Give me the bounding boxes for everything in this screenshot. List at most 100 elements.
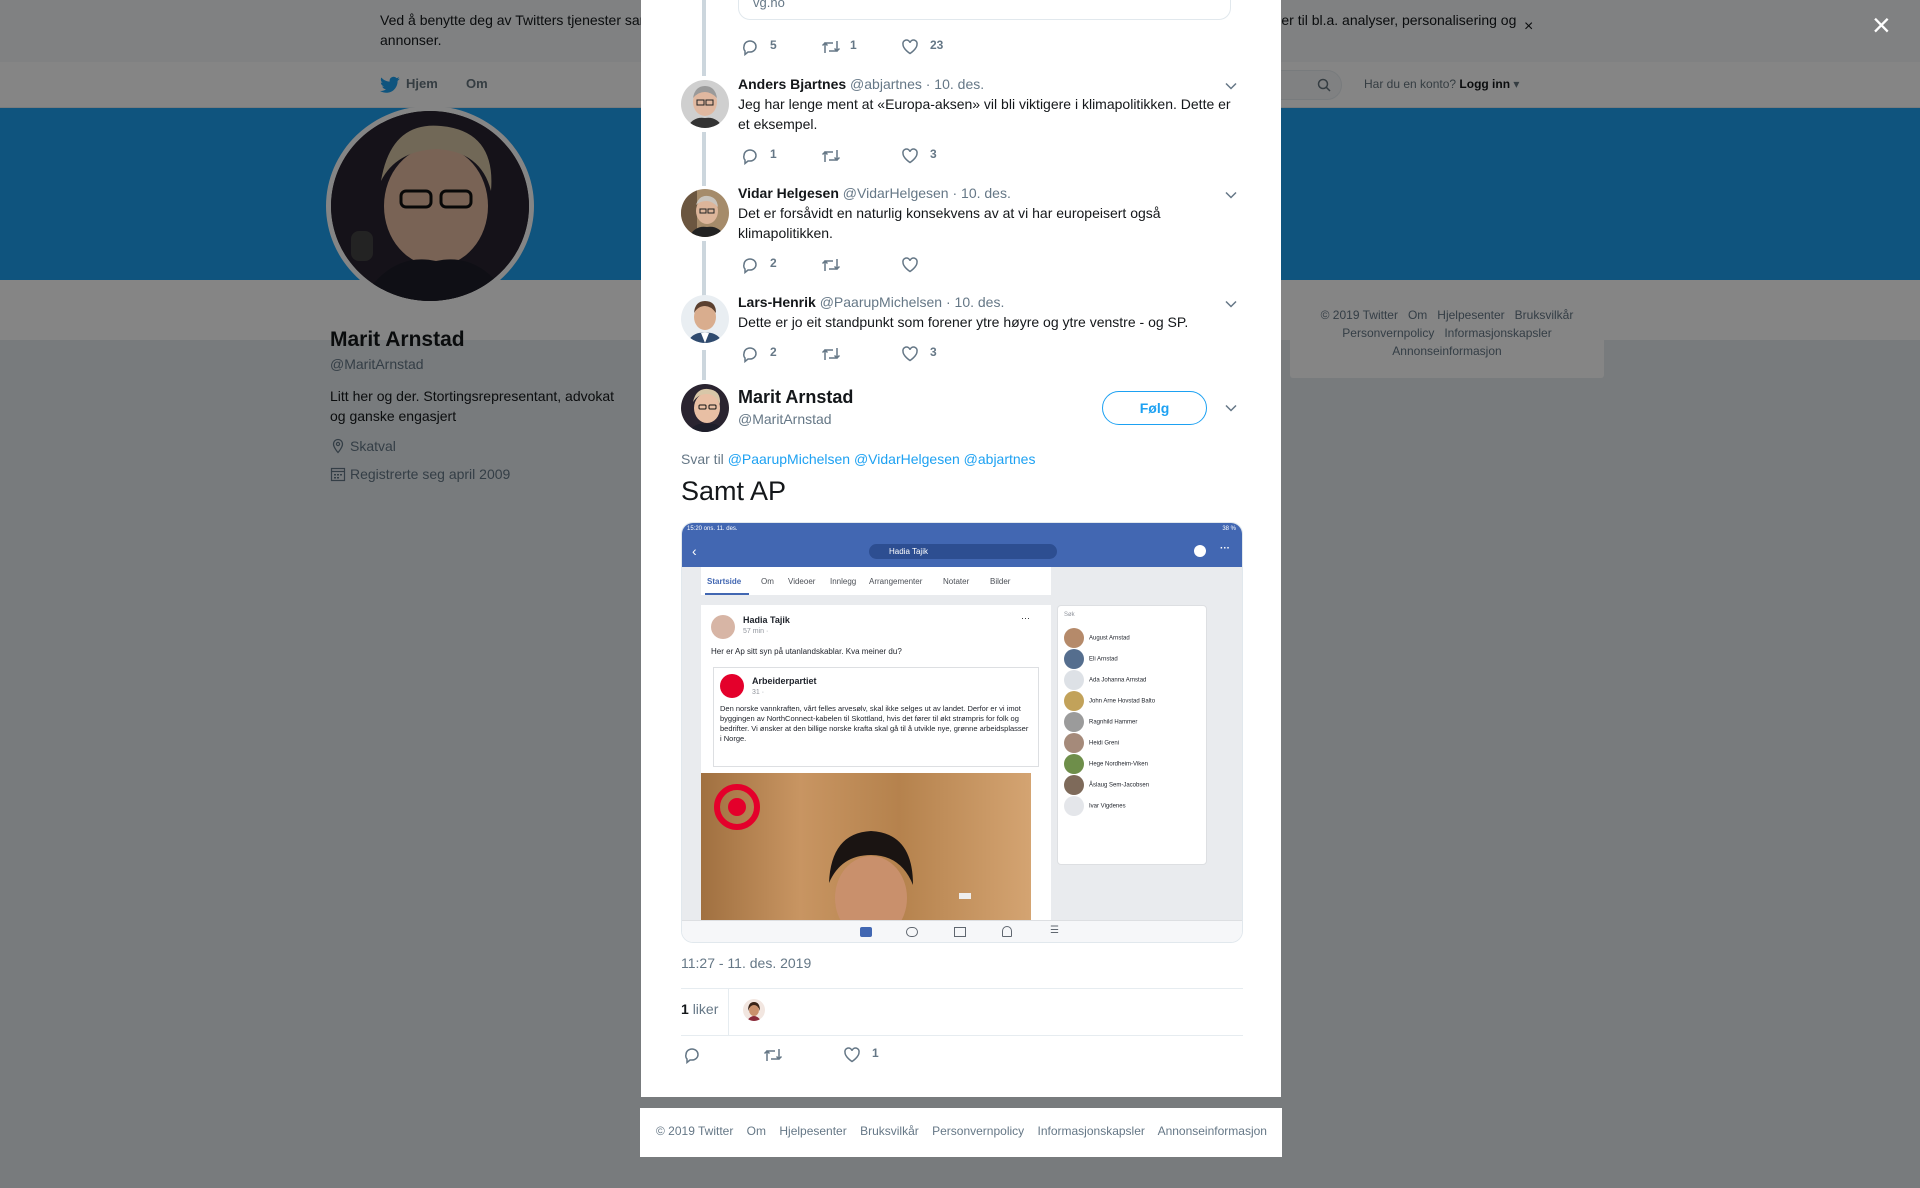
tweet-date[interactable]: · 10. des. — [952, 185, 1010, 201]
screenshot-friend: Ivar Vigdenes — [1064, 796, 1126, 816]
tweet-date[interactable]: · 10. des. — [946, 294, 1004, 310]
reply-to-line: Svar til @PaarupMichelsen @VidarHelgesen… — [681, 451, 1035, 467]
like-count: 1 — [872, 1046, 879, 1060]
screenshot-post: Hadia Tajik 57 min · ··· Her er Ap sitt … — [701, 605, 1051, 920]
heart-icon — [902, 257, 918, 273]
heart-icon — [902, 346, 918, 362]
screenshot-tab: Videoer — [788, 577, 816, 586]
author-name[interactable]: Vidar Helgesen — [738, 185, 839, 201]
thread-line — [702, 132, 706, 186]
retweet-icon — [821, 348, 841, 360]
screenshot-post-author: Hadia Tajik — [743, 615, 790, 625]
reply-icon — [743, 258, 757, 274]
footer-cookies-link[interactable]: Informasjonskapsler — [1038, 1124, 1145, 1138]
thread-line — [702, 350, 706, 380]
screenshot-status-time: 15:20 ons. 11. des. — [687, 526, 738, 532]
screenshot-friend: Ada Johanna Arnstad — [1064, 670, 1146, 690]
mention-link[interactable]: @abjartnes — [964, 451, 1036, 467]
screenshot-search-value: Hadia Tajik — [889, 547, 928, 556]
screenshot-feed: Hadia Tajik 57 min · ··· Her er Ap sitt … — [682, 595, 1242, 920]
thread-line — [702, 0, 706, 76]
likes-stat[interactable]: 1 liker — [681, 1001, 718, 1017]
reply-count: 2 — [770, 345, 777, 359]
screenshot-friend-name: Heidi Greni — [1089, 740, 1120, 747]
likes-label: liker — [692, 1001, 719, 1017]
footer-ads-info-link[interactable]: Annonseinformasjon — [1158, 1124, 1267, 1138]
screenshot-friend-name: John Arne Hovstad Balto — [1089, 698, 1156, 705]
friends-tab-icon — [906, 927, 918, 937]
avatar[interactable] — [681, 189, 729, 237]
avatar[interactable] — [681, 295, 729, 343]
screenshot-friend: Hege Nordheim-Viken — [1064, 754, 1148, 774]
reply-icon — [743, 149, 757, 165]
video-frame — [714, 784, 971, 920]
footer-privacy-link[interactable]: Personvernpolicy — [932, 1124, 1024, 1138]
avatar-photo — [681, 189, 729, 237]
screenshot-friend-name: Åslaug Sem-Jacobsen — [1089, 782, 1150, 789]
avatar-photo — [681, 80, 729, 128]
reply-count: 2 — [770, 256, 777, 270]
screenshot-tab: Arrangementer — [869, 577, 923, 586]
tweet-timestamp[interactable]: 11:27 - 11. des. 2019 — [681, 955, 811, 971]
home-tab-icon — [860, 927, 872, 937]
retweet-icon — [821, 259, 841, 271]
author-handle[interactable]: @abjartnes — [850, 76, 922, 92]
tweet-header: Lars-Henrik @PaarupMichelsen · 10. des. — [738, 294, 1004, 310]
screenshot-author-avatar — [711, 615, 735, 639]
tweet-image[interactable]: 15:20 ons. 11. des. 38 % ‹ Hadia Tajik ··… — [681, 522, 1243, 943]
retweet-icon — [763, 1049, 783, 1061]
screenshot-friend: John Arne Hovstad Balto — [1064, 691, 1155, 711]
screenshot-friend: Eli Arnstad — [1064, 649, 1118, 669]
close-icon[interactable]: × — [1872, 9, 1891, 41]
tweet-header: Vidar Helgesen @VidarHelgesen · 10. des. — [738, 185, 1011, 201]
liker-avatar[interactable] — [743, 999, 765, 1021]
link-card[interactable]: vg.no — [738, 0, 1231, 20]
footer-terms-link[interactable]: Bruksvilkår — [860, 1124, 919, 1138]
tweet-stats: 1 liker — [681, 988, 1243, 1036]
tweet-modal: vg.no 5 1 23 Anders Bjartnes @abjartnes … — [641, 0, 1281, 1097]
chevron-down-icon[interactable] — [1225, 404, 1237, 412]
post-more-icon: ··· — [1021, 613, 1030, 623]
tweet-date[interactable]: · 10. des. — [926, 76, 984, 92]
bell-icon — [1002, 926, 1012, 937]
chevron-down-icon[interactable] — [1225, 300, 1237, 308]
follow-button[interactable]: Følg — [1102, 391, 1207, 425]
divider — [728, 989, 729, 1035]
reply-count: 5 — [770, 38, 777, 52]
tweet-text: Dette er jo eit standpunkt som forener y… — [738, 314, 1189, 330]
main-tweet-author-handle[interactable]: @MaritArnstad — [738, 411, 832, 427]
screenshot-friend-name: Ada Johanna Arnstad — [1089, 677, 1147, 684]
footer-copyright: © 2019 Twitter — [656, 1124, 734, 1138]
screenshot-friend-name: Eli Arnstad — [1089, 656, 1118, 663]
screenshot-friend: Ragnhild Hammer — [1064, 712, 1137, 732]
avatar[interactable] — [681, 80, 729, 128]
footer-about-link[interactable]: Om — [747, 1124, 766, 1138]
tweet-actions: 2 3 — [741, 345, 1041, 363]
reply-count: 1 — [770, 147, 777, 161]
author-handle[interactable]: @PaarupMichelsen — [820, 294, 942, 310]
chevron-down-icon[interactable] — [1225, 191, 1237, 199]
reply-icon — [685, 1048, 699, 1064]
heart-icon — [902, 39, 918, 55]
avatar-photo — [681, 295, 729, 343]
screenshot-friend-name: Ragnhild Hammer — [1089, 719, 1138, 726]
mention-link[interactable]: @PaarupMichelsen — [728, 451, 850, 467]
screenshot-post-text: Her er Ap sitt syn på utanlandskablar. K… — [711, 647, 902, 656]
author-handle[interactable]: @VidarHelgesen — [843, 185, 949, 201]
screenshot-facebook-header: ‹ Hadia Tajik ··· — [682, 537, 1242, 567]
screenshot-battery: 38 % — [1222, 526, 1236, 532]
main-tweet-actions: 1 — [683, 1046, 983, 1064]
retweet-icon — [821, 150, 841, 162]
avatar-photo — [681, 384, 729, 432]
author-name[interactable]: Anders Bjartnes — [738, 76, 846, 92]
screenshot-tab: Bilder — [990, 577, 1011, 586]
tweet-header: Anders Bjartnes @abjartnes · 10. des. — [738, 76, 984, 92]
screenshot-quoted-post: Arbeiderpartiet 31 · Den norske vannkraf… — [713, 667, 1039, 767]
reply-icon — [743, 347, 757, 363]
mention-link[interactable]: @VidarHelgesen — [854, 451, 960, 467]
main-tweet-author-name[interactable]: Marit Arnstad — [738, 387, 853, 408]
footer-help-link[interactable]: Hjelpesenter — [779, 1124, 846, 1138]
main-tweet-avatar[interactable] — [681, 384, 729, 432]
chevron-down-icon[interactable] — [1225, 82, 1237, 90]
author-name[interactable]: Lars-Henrik — [738, 294, 816, 310]
